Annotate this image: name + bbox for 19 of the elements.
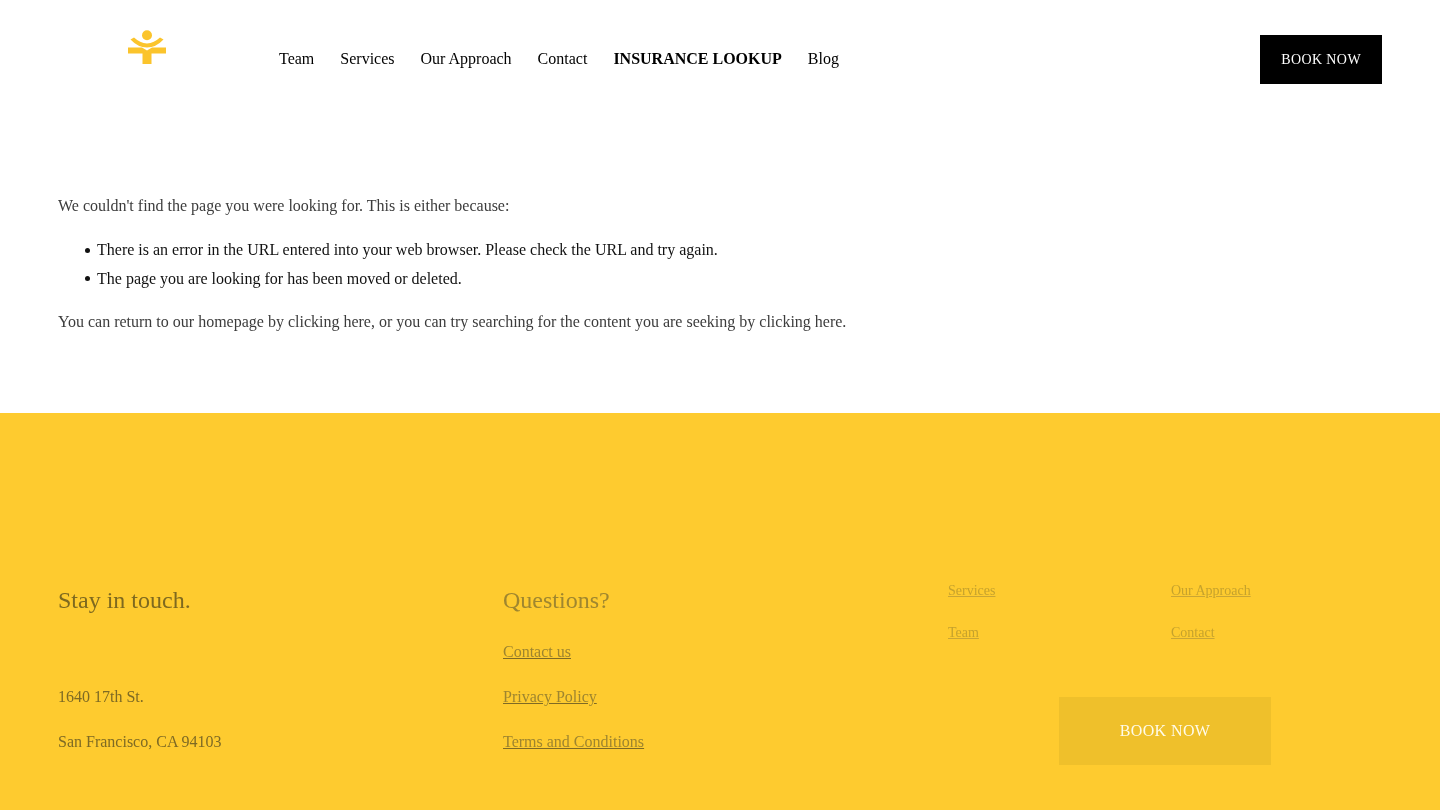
nav-link[interactable]: INSURANCE LOOKUP	[613, 48, 782, 70]
reason-text: The page you are looking for has been moved or deleted.	[97, 268, 462, 290]
address-line: 1640 17th St.	[58, 687, 144, 708]
nav-link[interactable]: Our Approach	[420, 48, 512, 70]
logo-icon[interactable]	[128, 30, 166, 64]
error-message: We couldn't find the page you were looking for. This is either because:	[58, 196, 511, 217]
nav-link[interactable]: Contact	[537, 48, 588, 70]
book-now-button[interactable]: BOOK NOW	[1260, 35, 1382, 84]
nav-link[interactable]: Blog	[807, 48, 839, 70]
footer-heading: Stay in touch.	[58, 586, 191, 616]
reason-text: There is an error in the URL entered into your web browser. Please check the URL and try again.	[97, 239, 718, 261]
bullet-icon	[85, 247, 90, 253]
nav-link[interactable]: Services	[340, 48, 395, 70]
text-link[interactable]: clicking here	[287, 313, 371, 331]
nav-link[interactable]: Team	[279, 48, 315, 70]
return-instructions: You can return to our homepage by clicking here, or you can try searching for the content you are seeking by clicking here.	[58, 312, 848, 333]
bullet-icon	[85, 276, 90, 282]
address-line: San Francisco, CA 94103	[58, 732, 222, 753]
footer-heading: Questions?	[503, 586, 610, 616]
